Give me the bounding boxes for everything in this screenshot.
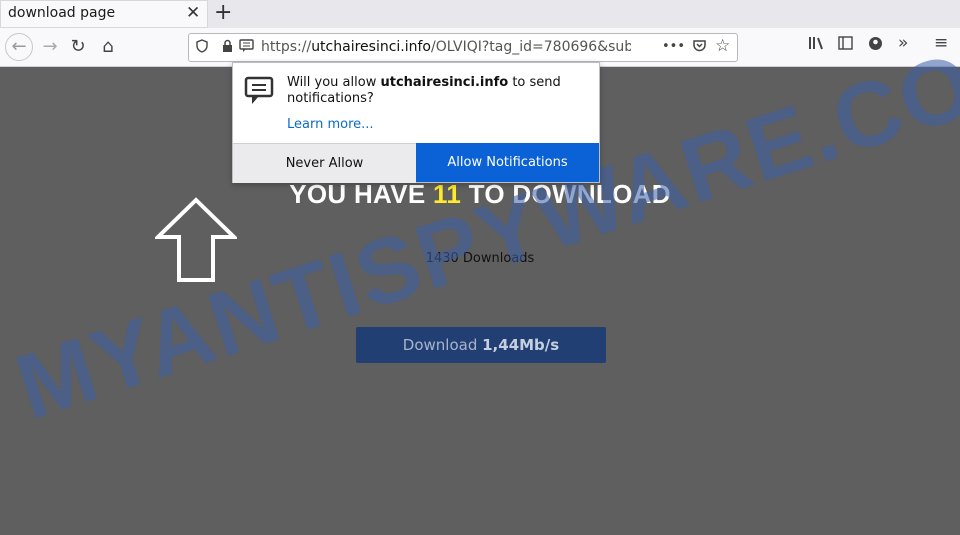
library-icon[interactable] <box>808 36 824 54</box>
download-speed: 1,44Mb/s <box>482 336 560 354</box>
hamburger-menu-icon[interactable]: ≡ <box>934 33 948 53</box>
allow-notifications-button[interactable]: Allow Notifications <box>416 143 599 182</box>
tracking-shield-icon[interactable] <box>196 39 208 57</box>
headline-text-end: TO DOWNLOAD <box>461 179 671 209</box>
tab-download-page[interactable]: download page ✕ <box>0 0 208 28</box>
bookmark-star-icon[interactable]: ☆ <box>715 36 730 56</box>
download-button[interactable]: Download 1,44Mb/s <box>356 327 606 363</box>
notification-permission-icon[interactable] <box>239 39 254 57</box>
notification-message-icon <box>244 76 274 110</box>
new-tab-button[interactable]: + <box>214 0 232 25</box>
learn-more-link[interactable]: Learn more... <box>287 117 374 132</box>
pocket-icon[interactable] <box>692 38 707 57</box>
lock-icon[interactable] <box>222 39 233 56</box>
file-count: 11 <box>433 179 462 209</box>
url-path: /OLVIQI?tag_id=780696&sub_id1= <box>431 39 631 55</box>
popup-site-name: utchairesinci.info <box>380 75 509 90</box>
download-count-text: 1430 Downloads <box>425 251 535 266</box>
sidebar-icon[interactable] <box>838 36 853 54</box>
url-text[interactable]: https://utchairesinci.info/OLVIQI?tag_id… <box>261 39 631 55</box>
download-headline: YOU HAVE 11 TO DOWNLOAD <box>0 179 960 210</box>
popup-message-start: Will you allow <box>287 75 381 90</box>
download-button-label: Download <box>402 336 483 354</box>
close-tab-icon[interactable]: ✕ <box>186 3 200 23</box>
page-actions-button[interactable]: ••• <box>662 39 685 54</box>
url-scheme: https:// <box>261 39 312 55</box>
forward-arrow-icon[interactable]: → <box>38 35 62 59</box>
tab-strip: download page ✕ + <box>0 0 960 28</box>
back-arrow-icon[interactable]: ← <box>5 33 33 61</box>
url-bar[interactable]: https://utchairesinci.info/OLVIQI?tag_id… <box>188 33 738 62</box>
notification-permission-popup: Will you allow utchairesinci.info to sen… <box>232 62 600 183</box>
home-icon[interactable]: ⌂ <box>96 35 120 59</box>
headline-text-start: YOU HAVE <box>289 179 434 209</box>
up-arrow-icon <box>153 197 239 287</box>
account-icon[interactable] <box>868 36 883 55</box>
never-allow-button[interactable]: Never Allow <box>233 143 416 183</box>
reload-icon[interactable]: ↻ <box>66 35 90 59</box>
tab-title: download page <box>8 5 116 21</box>
popup-message: Will you allow utchairesinci.info to sen… <box>287 75 587 107</box>
overflow-menu-icon[interactable]: » <box>898 33 908 53</box>
url-host: utchairesinci.info <box>311 39 432 55</box>
